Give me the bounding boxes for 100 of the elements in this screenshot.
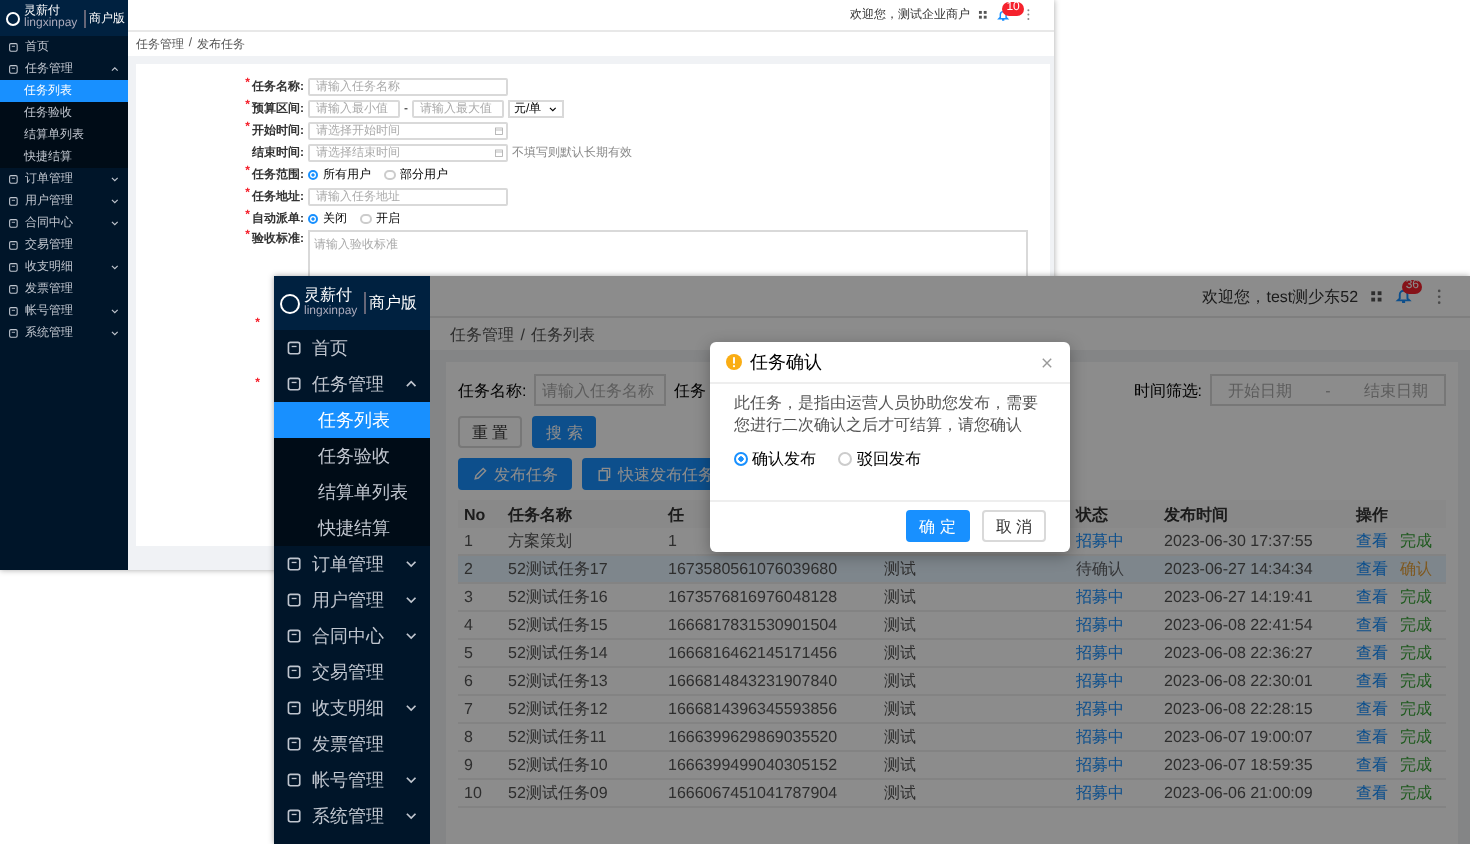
table-row[interactable]: 4 52测试任务15 1666817831530901504 测试 招募中 2023-06-08 22:41:54 查看 完成 bbox=[458, 611, 1446, 639]
action-link[interactable]: 完成 bbox=[1400, 728, 1432, 746]
table-row[interactable]: 3 52测试任务16 1673576816976048128 测试 招募中 2023-06-27 14:19:41 查看 完成 bbox=[458, 583, 1446, 611]
nav-subitem[interactable]: 结算单列表 bbox=[274, 474, 430, 510]
nav-item[interactable]: 发票管理 bbox=[274, 726, 430, 762]
radio-label[interactable]: 驳回发布 bbox=[856, 447, 921, 470]
nav-item[interactable]: 交易管理 bbox=[274, 654, 430, 690]
nav-icon bbox=[8, 305, 19, 317]
action-link[interactable]: 完成 bbox=[1400, 644, 1432, 662]
table-cell: 2023-06-27 14:34:34 bbox=[1164, 560, 1313, 578]
action-link[interactable]: 完成 bbox=[1400, 700, 1432, 718]
action-link[interactable]: 完成 bbox=[1400, 756, 1432, 774]
view-link[interactable]: 查看 bbox=[1356, 588, 1388, 606]
view-link[interactable]: 查看 bbox=[1356, 616, 1388, 634]
radio-button[interactable] bbox=[308, 213, 319, 225]
nav-item[interactable]: 合同中心 bbox=[274, 618, 430, 654]
bell-icon[interactable] bbox=[995, 7, 1011, 23]
publish-button[interactable]: 发布任务 bbox=[458, 458, 572, 490]
chevron-icon bbox=[548, 104, 558, 114]
table-cell: 1666817831530901504 bbox=[668, 616, 838, 634]
view-link[interactable]: 查看 bbox=[1356, 532, 1388, 550]
table-cell: 1673580561076039680 bbox=[668, 560, 838, 578]
cancel-button[interactable]: 取 消 bbox=[981, 510, 1046, 542]
calendar-icon bbox=[494, 126, 504, 136]
logo-icon bbox=[6, 11, 20, 25]
table-cell: 1666067451041787904 bbox=[668, 784, 838, 802]
nav-icon bbox=[286, 375, 303, 393]
action-link[interactable]: 完成 bbox=[1400, 588, 1432, 606]
view-link[interactable]: 查看 bbox=[1356, 728, 1388, 746]
nav-item[interactable]: 系统管理 bbox=[274, 798, 430, 834]
status-text: 招募中 bbox=[1076, 532, 1124, 550]
action-link[interactable]: 完成 bbox=[1400, 784, 1432, 802]
status-text: 招募中 bbox=[1076, 700, 1124, 718]
table-cell: 方案策划 bbox=[508, 532, 572, 550]
table-cell: 测试 bbox=[884, 756, 916, 774]
more-icon[interactable] bbox=[1435, 287, 1442, 305]
nav-subitem[interactable]: 任务列表 bbox=[274, 402, 430, 438]
view-link[interactable]: 查看 bbox=[1356, 644, 1388, 662]
radio-button[interactable] bbox=[838, 451, 853, 466]
nav-item[interactable]: 订单管理 bbox=[274, 546, 430, 582]
table-cell: 测试 bbox=[884, 644, 916, 662]
table-cell: 测试 bbox=[884, 728, 916, 746]
table-cell: 2023-06-30 17:37:55 bbox=[1164, 532, 1313, 550]
reset-button[interactable]: 重 置 bbox=[458, 416, 523, 448]
table-cell: 1 bbox=[464, 532, 473, 550]
radio-button[interactable] bbox=[384, 169, 396, 181]
action-link[interactable]: 完成 bbox=[1400, 672, 1432, 690]
table-cell: 测试 bbox=[884, 672, 916, 690]
radio-label[interactable]: 确认发布 bbox=[752, 447, 817, 470]
nav-item[interactable]: 收支明细 bbox=[274, 690, 430, 726]
view-link[interactable]: 查看 bbox=[1356, 784, 1388, 802]
status-text: 招募中 bbox=[1076, 672, 1124, 690]
table-cell: 测试 bbox=[884, 560, 916, 578]
nav-icon bbox=[8, 239, 19, 251]
table-cell: 2023-06-07 18:59:35 bbox=[1164, 756, 1313, 774]
nav-item[interactable]: 帐号管理 bbox=[274, 762, 430, 798]
table-row[interactable]: 5 52测试任务14 1666816462145171456 测试 招募中 2023-06-08 22:36:27 查看 完成 bbox=[458, 639, 1446, 667]
dialog-title: 任务确认 bbox=[750, 349, 824, 375]
view-link[interactable]: 查看 bbox=[1356, 756, 1388, 774]
table-row[interactable]: 8 52测试任务11 1666399629869035520 测试 招募中 2023-06-07 19:00:07 查看 完成 bbox=[458, 723, 1446, 751]
column-header: 发布时间 bbox=[1164, 505, 1228, 523]
table-row[interactable]: 9 52测试任务10 1666399499040305152 测试 招募中 2023-06-07 18:59:35 查看 完成 bbox=[458, 751, 1446, 779]
view-link[interactable]: 查看 bbox=[1356, 672, 1388, 690]
table-cell: 测试 bbox=[884, 700, 916, 718]
radio-button[interactable] bbox=[734, 451, 749, 466]
filter-label: 任务名称: bbox=[458, 379, 527, 401]
table-cell: 1666816462145171456 bbox=[668, 644, 838, 662]
table-row[interactable]: 7 52测试任务12 1666814396345593856 测试 招募中 2023-06-08 22:28:15 查看 完成 bbox=[458, 695, 1446, 723]
radio-button[interactable] bbox=[360, 213, 372, 225]
table-cell: 2023-06-08 22:36:27 bbox=[1164, 644, 1313, 662]
action-link[interactable]: 完成 bbox=[1400, 616, 1432, 634]
table-cell: 2023-06-08 22:41:54 bbox=[1164, 616, 1313, 634]
grid-icon[interactable] bbox=[978, 10, 988, 20]
nav-icon bbox=[286, 771, 303, 789]
table-row[interactable]: 6 52测试任务13 1666814843231907840 测试 招募中 2023-06-08 22:30:01 查看 完成 bbox=[458, 667, 1446, 695]
table-row[interactable]: 2 52测试任务17 1673580561076039680 测试 待确认 2023-06-27 14:34:34 查看 确认 bbox=[458, 555, 1446, 583]
breadcrumb-item[interactable]: 任务列表 bbox=[531, 323, 596, 345]
search-button[interactable]: 搜 索 bbox=[532, 416, 597, 448]
close-icon[interactable] bbox=[1040, 355, 1054, 369]
action-link[interactable]: 完成 bbox=[1400, 532, 1432, 550]
nav-item[interactable]: 首页 bbox=[274, 330, 430, 366]
edition-label: 商户版 bbox=[363, 292, 418, 314]
table-row[interactable]: 10 52测试任务09 1666067451041787904 测试 招募中 2023-06-06 21:00:09 查看 完成 bbox=[458, 779, 1446, 807]
logo-name: 灵薪付 bbox=[304, 288, 354, 305]
grid-icon[interactable] bbox=[1370, 289, 1383, 303]
confirm-button[interactable]: 确 定 bbox=[905, 510, 970, 542]
filter-label: 时间筛选: bbox=[1133, 379, 1202, 401]
radio-button[interactable] bbox=[308, 169, 319, 181]
nav-subitem[interactable]: 任务验收 bbox=[274, 438, 430, 474]
status-text: 待确认 bbox=[1076, 560, 1124, 578]
nav-item[interactable]: 任务管理 bbox=[274, 366, 430, 402]
breadcrumb-item[interactable]: 任务管理 bbox=[450, 323, 514, 345]
nav-subitem[interactable]: 快捷结算 bbox=[274, 510, 430, 546]
bell-icon[interactable] bbox=[1394, 286, 1415, 306]
table-cell: 2 bbox=[464, 560, 473, 578]
view-link[interactable]: 查看 bbox=[1356, 560, 1388, 578]
view-link[interactable]: 查看 bbox=[1356, 700, 1388, 718]
status-text: 招募中 bbox=[1076, 588, 1124, 606]
nav-item[interactable]: 用户管理 bbox=[274, 582, 430, 618]
status-text: 招募中 bbox=[1076, 616, 1124, 634]
